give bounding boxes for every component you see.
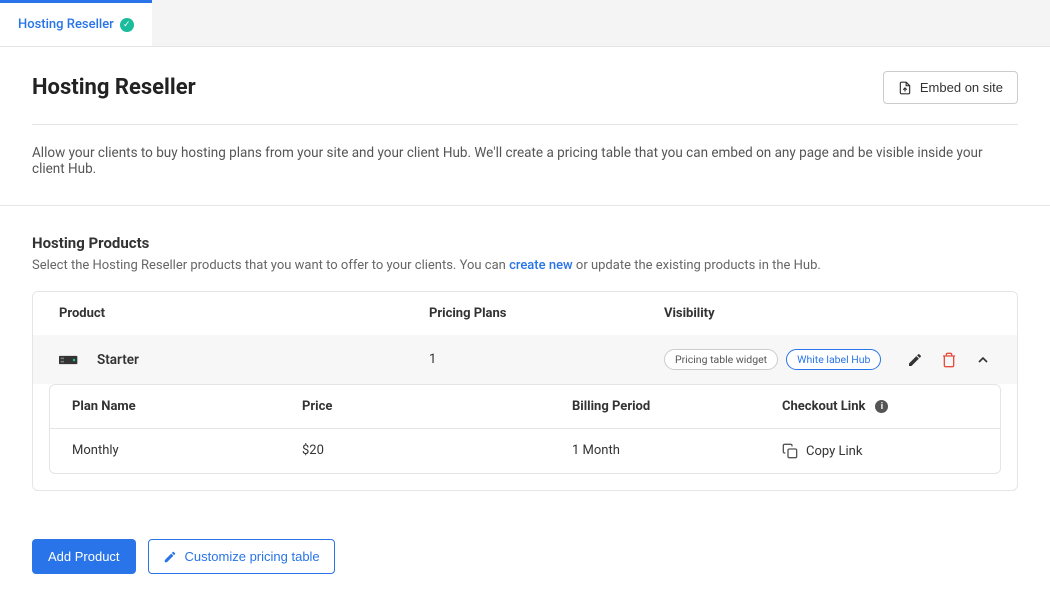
plan-row: Monthly $20 1 Month Copy Link [50,429,1000,473]
sub-col-checkout-link: Checkout Link i [782,399,978,414]
copy-link-label: Copy Link [806,444,862,459]
copy-icon [782,443,798,459]
plan-period-value: 1 Month [572,443,782,459]
sub-col-plan-name: Plan Name [72,399,302,414]
product-row[interactable]: Starter 1 Pricing table widget White lab… [33,335,1017,384]
product-icon [59,353,79,367]
page-description: Allow your clients to buy hosting plans … [0,125,1050,206]
product-name: Starter [97,352,139,368]
customize-button-label: Customize pricing table [185,549,320,564]
products-section-title: Hosting Products [32,234,1018,252]
col-header-product: Product [59,306,429,321]
page-title: Hosting Reseller [32,75,196,100]
plan-price-value: $20 [302,443,572,459]
visibility-badges: Pricing table widget White label Hub [664,349,881,370]
sub-col-billing-period: Billing Period [572,399,782,414]
pencil-icon [163,550,177,564]
plan-name-value: Monthly [72,443,302,459]
badge-white-label-hub: White label Hub [786,349,881,370]
table-header: Product Pricing Plans Visibility [33,292,1017,335]
tab-label: Hosting Reseller [18,17,114,32]
info-icon[interactable]: i [875,400,888,413]
embed-icon [898,81,912,95]
chevron-up-icon[interactable] [975,352,991,368]
products-section-subtitle: Select the Hosting Reseller products tha… [32,258,1018,273]
col-header-pricing-plans: Pricing Plans [429,306,664,321]
customize-pricing-table-button[interactable]: Customize pricing table [148,539,335,574]
badge-pricing-widget: Pricing table widget [664,349,778,370]
copy-link-button[interactable]: Copy Link [782,443,862,459]
tab-bar: Hosting Reseller ✓ [0,0,1050,47]
sub-col-price: Price [302,399,572,414]
check-icon: ✓ [120,18,134,32]
add-product-button[interactable]: Add Product [32,539,136,574]
delete-icon[interactable] [941,352,957,368]
tab-hosting-reseller[interactable]: Hosting Reseller ✓ [0,0,152,46]
products-table: Product Pricing Plans Visibility Starter… [32,291,1018,491]
sub-table-header: Plan Name Price Billing Period Checkout … [50,385,1000,429]
plans-sub-table: Plan Name Price Billing Period Checkout … [49,384,1001,474]
product-plan-count: 1 [429,352,664,367]
edit-icon[interactable] [907,352,923,368]
embed-button-label: Embed on site [920,80,1003,95]
create-new-link[interactable]: create new [509,258,573,273]
embed-on-site-button[interactable]: Embed on site [883,71,1018,104]
col-header-visibility: Visibility [664,306,991,321]
